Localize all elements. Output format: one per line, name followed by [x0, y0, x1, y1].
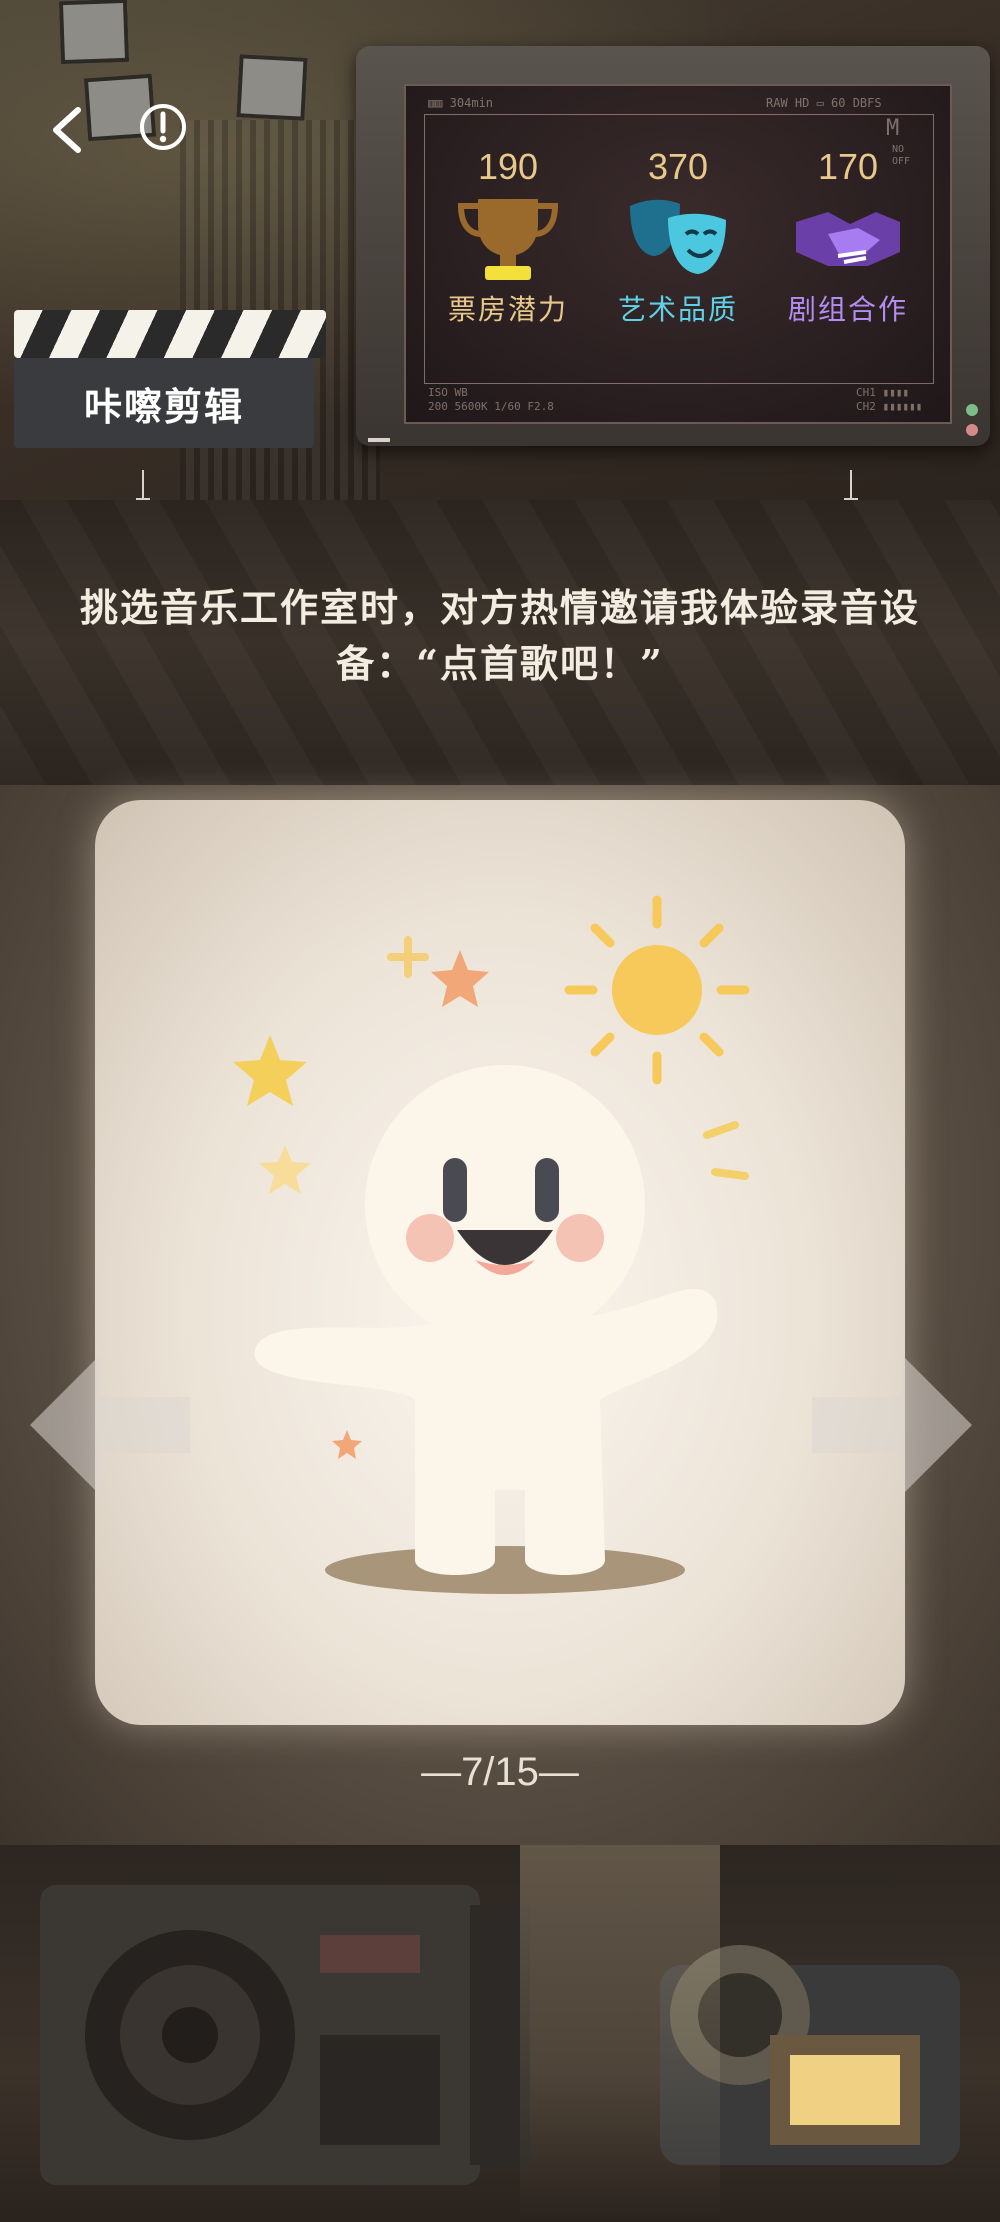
story-dialog-text: 挑选音乐工作室时，对方热情邀请我体验录音设备：“点首歌吧！”	[79, 585, 920, 686]
next-arrow-button[interactable]	[812, 1355, 972, 1495]
stat-art-quality: 370 艺术品质	[598, 146, 758, 328]
stat-label: 艺术品质	[617, 293, 738, 326]
info-button[interactable]	[138, 102, 188, 152]
stats-monitor: ▥▥ 304min RAW HD ▭ 60 DBFS M NO OFF ISO W…	[356, 46, 990, 446]
stat-value: 190	[477, 146, 539, 187]
connector-line	[850, 470, 852, 500]
mode-title: 咔嚓剪辑	[83, 383, 244, 429]
handshake-icon	[796, 212, 900, 266]
arrow-left-icon	[30, 1355, 190, 1495]
monitor-screen: ▥▥ 304min RAW HD ▭ 60 DBFS M NO OFF ISO W…	[404, 84, 952, 424]
back-button[interactable]	[38, 100, 98, 160]
chevron-left-icon	[53, 107, 81, 153]
stat-value: 170	[817, 146, 879, 187]
stat-label: 剧组合作	[787, 293, 908, 326]
happy-character-illustration	[233, 895, 750, 1594]
clapperboard-body: 咔嚓剪辑	[14, 358, 314, 448]
stat-crew-cooperation: 170 剧组合作	[768, 146, 928, 328]
stat-label: 票房潜力	[447, 293, 568, 326]
exclamation-circle-icon	[140, 104, 186, 150]
bottom-background	[0, 1845, 1000, 2222]
clapperboard-title-card: 咔嚓剪辑	[14, 310, 326, 450]
radio-speaker-illustration	[40, 1885, 530, 2185]
stat-value: 370	[647, 146, 709, 187]
page-indicator: —7/15—	[421, 1750, 579, 1794]
story-card[interactable]	[95, 800, 905, 1725]
stat-box-office: 190 票房潜力	[428, 146, 588, 328]
sun-icon	[564, 895, 750, 1085]
clapperboard-stripes	[14, 310, 326, 358]
trophy-icon	[457, 199, 559, 280]
previous-arrow-button[interactable]	[30, 1355, 190, 1495]
connector-line	[142, 470, 144, 500]
dialog-banner: 挑选音乐工作室时，对方热情邀请我体验录音设备：“点首歌吧！”	[0, 500, 1000, 785]
arrow-right-icon	[812, 1355, 972, 1495]
theater-masks-icon	[630, 199, 726, 274]
